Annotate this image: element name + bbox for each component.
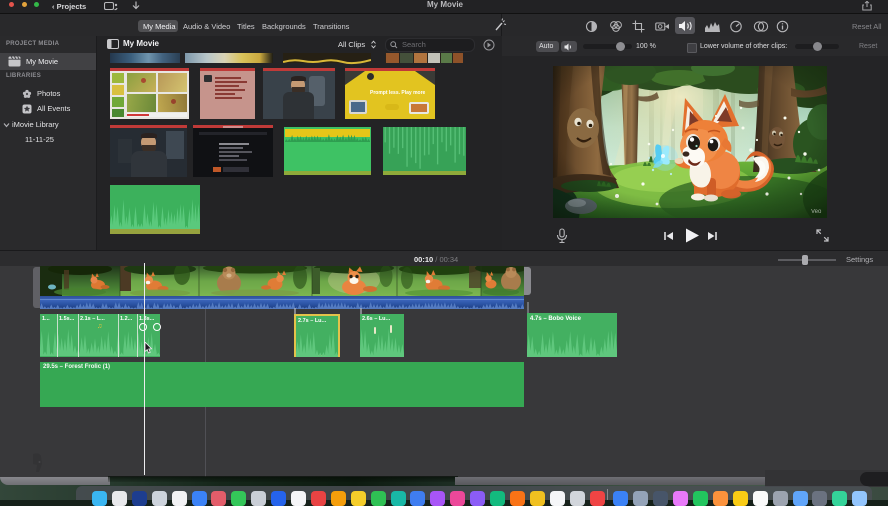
svg-text:Veo: Veo (811, 209, 822, 215)
